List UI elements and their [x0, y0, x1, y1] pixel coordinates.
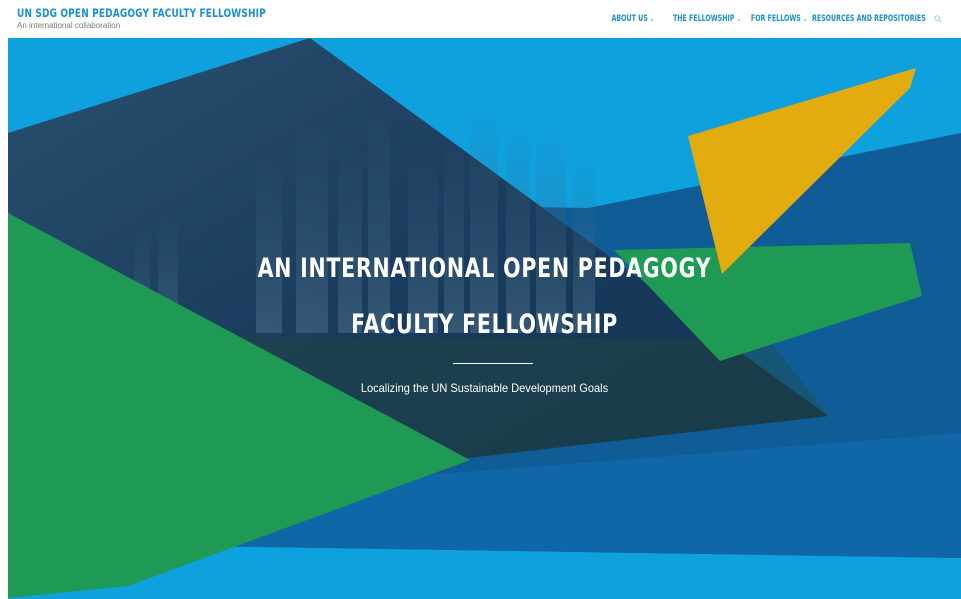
nav-item-resources-and-repositories[interactable]: RESOURCES AND REPOSITORIES [812, 14, 926, 24]
nav-item-label: FOR FELLOWS [750, 14, 801, 24]
site-title[interactable]: UN SDG OPEN PEDAGOGY FACULTY FELLOWSHIP [17, 8, 266, 20]
nav-item-the-fellowship[interactable]: THE FELLOWSHIP ⌄ [673, 14, 741, 24]
chevron-down-icon: ⌄ [802, 15, 808, 23]
site-header: UN SDG OPEN PEDAGOGY FACULTY FELLOWSHIP … [0, 0, 961, 38]
nav-item-about-us[interactable]: ABOUT US ⌄ [612, 14, 655, 24]
chevron-down-icon: ⌄ [736, 15, 742, 23]
site-branding[interactable]: UN SDG OPEN PEDAGOGY FACULTY FELLOWSHIP … [17, 8, 317, 30]
hero-background [8, 38, 961, 599]
nav-item-for-fellows[interactable]: FOR FELLOWS ⌄ [751, 14, 807, 24]
search-button[interactable] [927, 15, 949, 23]
search-icon [934, 15, 942, 23]
nav-item-label: ABOUT US [611, 14, 648, 24]
site-tagline: An international collaboration [17, 20, 121, 30]
main-nav: ABOUT US ⌄ THE FELLOWSHIP ⌄ FOR FELLOWS … [599, 14, 949, 24]
nav-item-label: THE FELLOWSHIP [672, 14, 735, 24]
chevron-down-icon: ⌄ [650, 15, 655, 23]
nav-item-label: RESOURCES AND REPOSITORIES [812, 14, 926, 24]
hero-banner: AN INTERNATIONAL OPEN PEDAGOGY FACULTY F… [8, 38, 961, 599]
